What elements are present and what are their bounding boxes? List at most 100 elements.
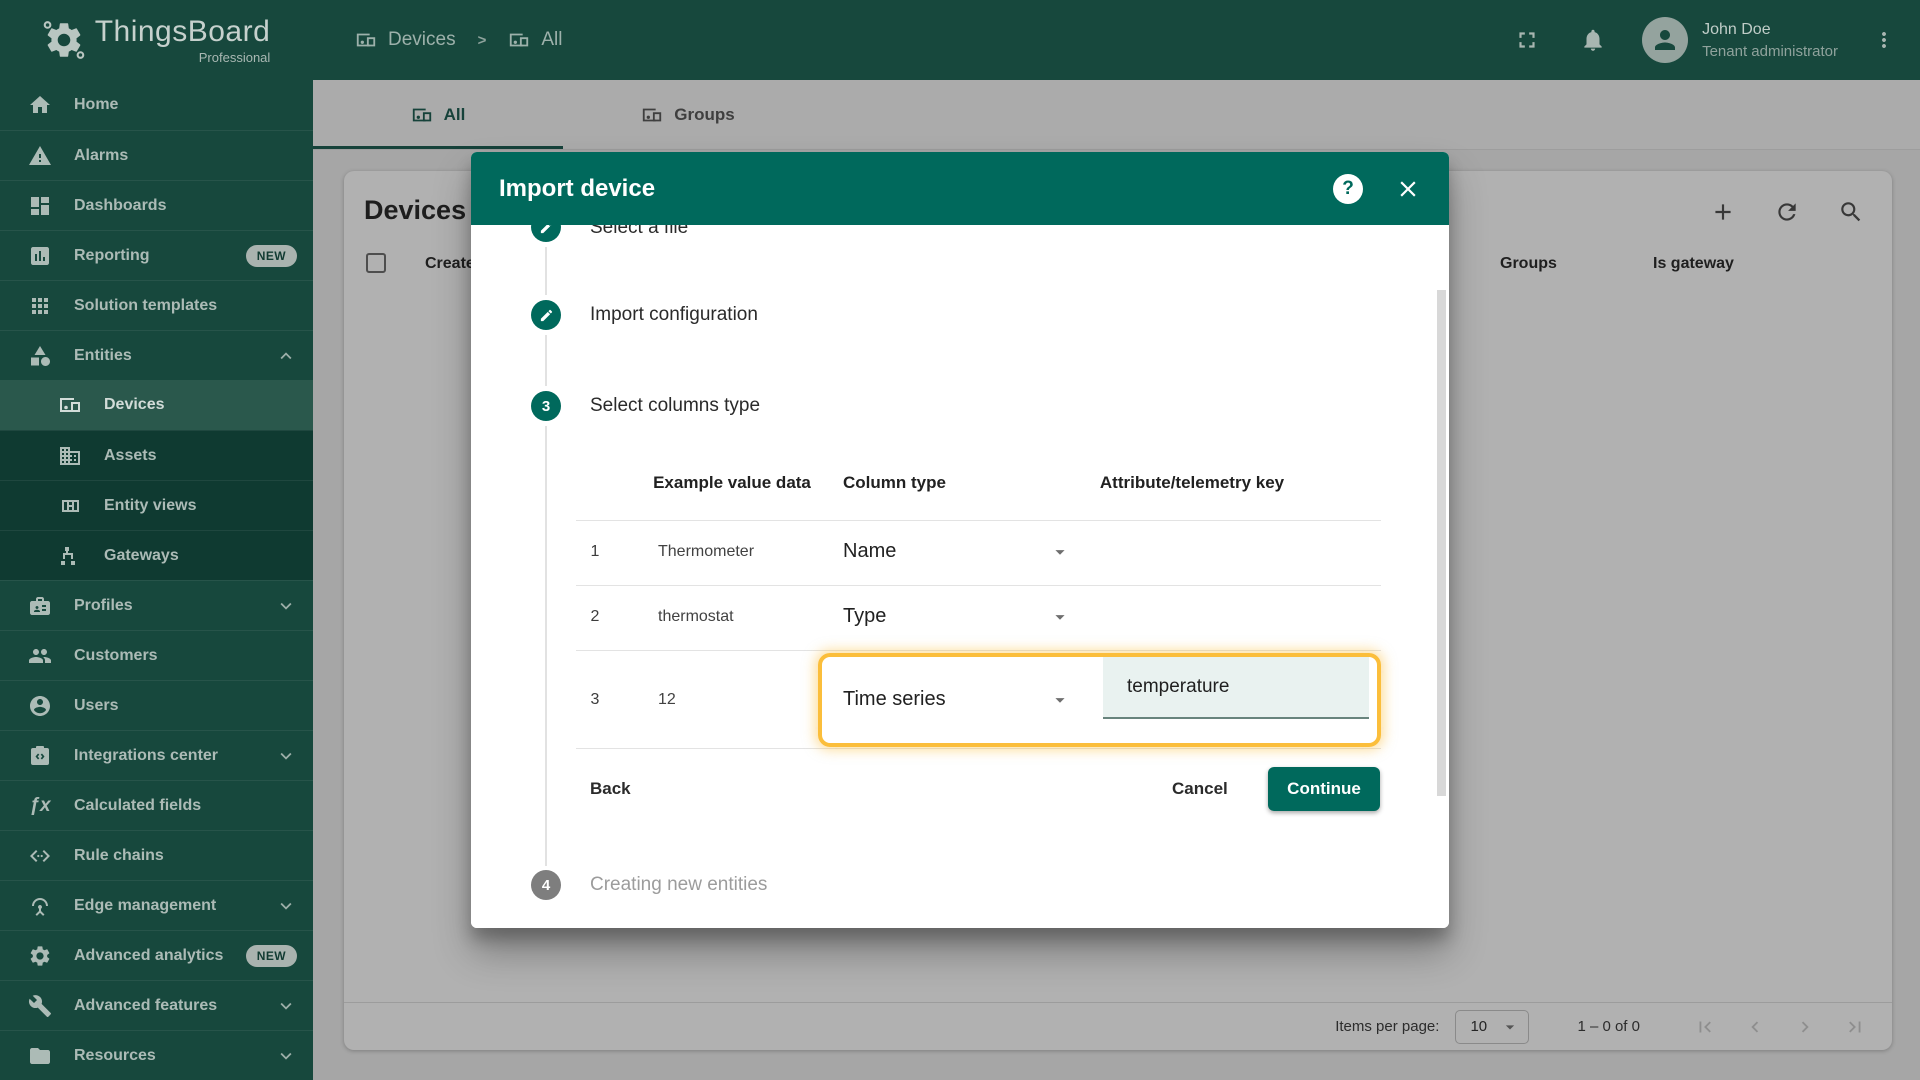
- edit-icon: [539, 308, 554, 323]
- dropdown-arrow-icon[interactable]: [1049, 541, 1071, 563]
- sidebar-item-entities[interactable]: Entities: [0, 330, 313, 380]
- example-value: Thermometer: [658, 543, 754, 561]
- close-icon[interactable]: [1395, 176, 1421, 202]
- dropdown-arrow-icon[interactable]: [1049, 689, 1071, 711]
- advanced-features-icon: [28, 994, 52, 1018]
- devices-icon: [58, 393, 82, 417]
- devices-card-title: Devices: [364, 195, 466, 226]
- sidebar-item-reporting[interactable]: Reporting NEW: [0, 230, 313, 280]
- row-index: 3: [591, 691, 600, 709]
- column-header-column-type: Column type: [843, 473, 946, 493]
- column-type-select-2[interactable]: Type: [843, 605, 886, 628]
- column-type-select-1[interactable]: Name: [843, 540, 896, 563]
- thingsboard-logo[interactable]: ThingsBoard Professional: [0, 0, 313, 80]
- next-page-icon[interactable]: [1794, 1016, 1816, 1038]
- search-icon[interactable]: [1838, 199, 1864, 225]
- cancel-button[interactable]: Cancel: [1159, 769, 1241, 809]
- gateways-icon: [58, 544, 82, 568]
- sidebar-item-rule-chains[interactable]: Rule chains: [0, 830, 313, 880]
- column-type-select-3[interactable]: Time series: [843, 688, 946, 711]
- stepper-connector: [545, 426, 547, 866]
- chevron-down-icon: [275, 1045, 297, 1067]
- sidebar-item-advanced-analytics[interactable]: Advanced analytics NEW: [0, 930, 313, 980]
- dropdown-arrow-icon: [1500, 1017, 1520, 1037]
- sidebar-item-users[interactable]: Users: [0, 680, 313, 730]
- logo-title: ThingsBoard: [95, 17, 271, 47]
- page-size-select[interactable]: 10: [1455, 1010, 1529, 1044]
- chevron-down-icon: [275, 895, 297, 917]
- home-icon: [28, 93, 52, 117]
- chevron-down-icon: [275, 995, 297, 1017]
- user-avatar[interactable]: [1642, 17, 1688, 63]
- entity-views-icon: [58, 494, 82, 518]
- chevron-up-icon: [275, 345, 297, 367]
- devices-card-actions: [1710, 199, 1864, 225]
- row-divider: [576, 748, 1381, 749]
- add-device-icon[interactable]: [1710, 199, 1736, 225]
- first-page-icon[interactable]: [1694, 1016, 1716, 1038]
- calculated-fields-icon: ƒx: [28, 794, 52, 818]
- more-menu-icon[interactable]: [1872, 28, 1896, 52]
- breadcrumb-devices[interactable]: Devices: [355, 29, 456, 51]
- select-all-checkbox[interactable]: [366, 253, 386, 273]
- integrations-icon: [28, 744, 52, 768]
- edge-management-icon: [28, 894, 52, 918]
- dialog-scrollbar[interactable]: [1437, 290, 1446, 796]
- sidebar-item-devices[interactable]: Devices: [0, 380, 313, 430]
- sidebar-item-profiles[interactable]: Profiles: [0, 580, 313, 630]
- dialog-title: Import device: [499, 175, 655, 203]
- pagination-nav: [1694, 1016, 1866, 1038]
- sidebar-item-resources[interactable]: Resources: [0, 1030, 313, 1080]
- items-per-page-label: Items per page:: [1335, 1018, 1439, 1035]
- column-header-groups[interactable]: Groups: [1500, 255, 1557, 273]
- example-value: 12: [658, 691, 676, 709]
- page-range-label: 1 – 0 of 0: [1577, 1018, 1640, 1035]
- sidebar-item-home[interactable]: Home: [0, 80, 313, 130]
- notifications-bell-icon[interactable]: [1580, 27, 1606, 53]
- stepper-connector: [545, 247, 547, 295]
- continue-button[interactable]: Continue: [1268, 767, 1380, 811]
- row-index: 1: [591, 543, 600, 561]
- user-info[interactable]: John Doe Tenant administrator: [1702, 21, 1838, 60]
- fullscreen-icon[interactable]: [1514, 27, 1540, 53]
- sidebar-item-dashboards[interactable]: Dashboards: [0, 180, 313, 230]
- dashboards-icon: [28, 194, 52, 218]
- sidebar-item-entity-views[interactable]: Entity views: [0, 480, 313, 530]
- sidebar-item-edge-management[interactable]: Edge management: [0, 880, 313, 930]
- sidebar-item-integrations-center[interactable]: Integrations center: [0, 730, 313, 780]
- tab-all-label: All: [444, 105, 466, 125]
- row-divider: [576, 520, 1381, 521]
- sidebar-item-solution-templates[interactable]: Solution templates: [0, 280, 313, 330]
- breadcrumb-all[interactable]: All: [508, 29, 562, 51]
- last-page-icon[interactable]: [1844, 1016, 1866, 1038]
- entities-icon: [28, 344, 52, 368]
- step3-label: Select columns type: [590, 395, 760, 417]
- example-value: thermostat: [658, 608, 734, 626]
- sidebar-item-calculated-fields[interactable]: ƒx Calculated fields: [0, 780, 313, 830]
- column-header-is-gateway[interactable]: Is gateway: [1653, 255, 1734, 273]
- import-device-dialog: Import device ? Select a file Import con…: [471, 152, 1449, 928]
- dialog-header: Import device ?: [471, 152, 1449, 225]
- breadcrumb-separator: >: [478, 32, 487, 49]
- device-icon: [641, 104, 663, 126]
- reporting-icon: [28, 244, 52, 268]
- dropdown-arrow-icon[interactable]: [1049, 606, 1071, 628]
- refresh-icon[interactable]: [1774, 199, 1800, 225]
- profiles-icon: [28, 594, 52, 618]
- step3-circle: 3: [531, 391, 561, 421]
- telemetry-key-input[interactable]: [1103, 657, 1369, 719]
- sidebar-item-customers[interactable]: Customers: [0, 630, 313, 680]
- row-divider: [576, 650, 1381, 651]
- tab-all[interactable]: All: [313, 80, 563, 149]
- help-icon[interactable]: ?: [1333, 174, 1363, 204]
- back-button[interactable]: Back: [577, 769, 644, 809]
- gear-logo-icon: [43, 19, 85, 61]
- previous-page-icon[interactable]: [1744, 1016, 1766, 1038]
- tab-groups[interactable]: Groups: [563, 80, 813, 149]
- device-icon: [355, 29, 377, 51]
- sidebar-item-gateways[interactable]: Gateways: [0, 530, 313, 580]
- sidebar-item-assets[interactable]: Assets: [0, 430, 313, 480]
- sidebar-item-advanced-features[interactable]: Advanced features: [0, 980, 313, 1030]
- sidebar-item-alarms[interactable]: Alarms: [0, 130, 313, 180]
- resources-icon: [28, 1044, 52, 1068]
